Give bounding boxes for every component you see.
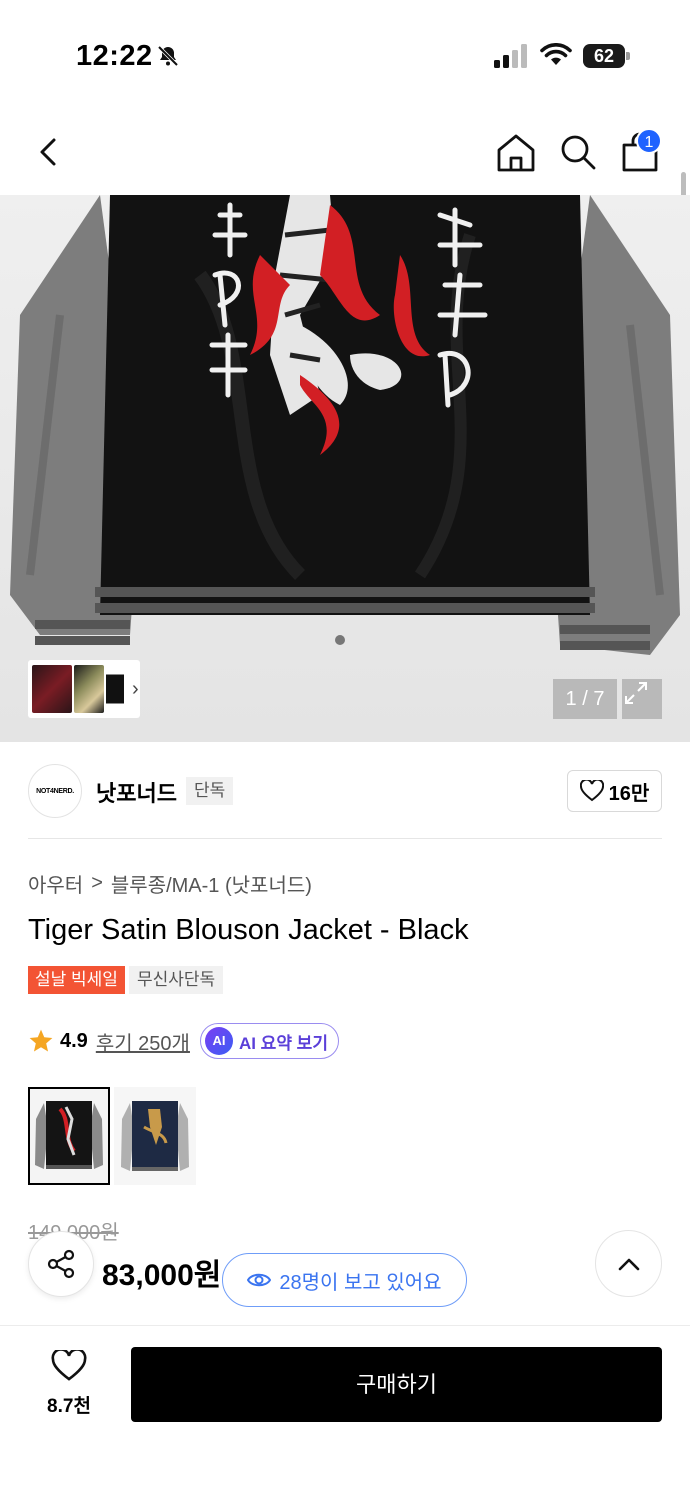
breadcrumb-category[interactable]: 아우터 <box>28 869 83 898</box>
brand-like-button[interactable]: 16만 <box>567 770 662 812</box>
chevron-right-icon: › <box>132 677 139 700</box>
ai-icon: AI <box>204 1027 233 1055</box>
product-tags: 설날 빅세일 무신사단독 <box>28 966 224 994</box>
viewers-indicator: 28명이 보고 있어요 <box>222 1253 467 1307</box>
exclusive-tag: 무신사단독 <box>128 966 224 994</box>
share-button[interactable] <box>28 1231 94 1297</box>
wifi-icon <box>540 43 572 65</box>
viewers-text: 28명이 보고 있어요 <box>279 1271 442 1294</box>
battery-icon: 62 <box>583 44 631 68</box>
heart-icon <box>579 780 604 802</box>
battery-cap <box>626 52 630 60</box>
battery-level: 62 <box>583 44 625 68</box>
heart-icon <box>51 1348 87 1381</box>
back-icon[interactable] <box>28 130 72 174</box>
eye-icon <box>247 1273 272 1287</box>
product-like-button[interactable]: 8.7천 <box>38 1348 100 1418</box>
buy-button[interactable]: 구매하기 <box>131 1347 662 1422</box>
thumbnail-camo[interactable] <box>74 665 104 713</box>
breadcrumb-separator: > <box>91 872 103 894</box>
status-bar: 12:22 62 <box>0 0 690 110</box>
search-icon[interactable] <box>556 130 600 174</box>
thumbnail-red[interactable] <box>32 665 72 713</box>
top-nav <box>0 120 690 190</box>
brand-row[interactable]: NOT4NERD. 낫포너드 단독 16만 <box>28 762 662 818</box>
brand-exclusive-tag: 단독 <box>186 777 234 805</box>
sale-tag: 설날 빅세일 <box>28 966 125 994</box>
status-time: 12:22 <box>76 40 153 72</box>
cart-count-badge: 1 <box>636 128 662 154</box>
brand-name[interactable]: 낫포너드 <box>96 776 177 808</box>
brand-like-count: 16만 <box>608 782 650 805</box>
share-icon <box>47 1249 75 1279</box>
chevron-up-icon <box>618 1258 639 1270</box>
variant-black[interactable] <box>28 1087 110 1185</box>
product-title: Tiger Satin Blouson Jacket - Black <box>28 914 469 946</box>
reviews-link[interactable]: 후기 250개 <box>96 1027 190 1056</box>
star-icon <box>29 1029 53 1052</box>
cell-signal-icon <box>494 44 527 68</box>
scroll-top-button[interactable] <box>595 1230 662 1297</box>
ai-summary-button[interactable]: AI AI 요약 보기 <box>199 1023 339 1059</box>
bottom-action-bar: 8.7천 구매하기 <box>0 1325 690 1500</box>
image-counter: 1 / 7 <box>553 679 617 719</box>
color-variants <box>28 1087 196 1185</box>
rating-value: 4.9 <box>60 1029 88 1052</box>
rating-row: 4.9 후기 250개 AI AI 요약 보기 <box>28 1023 339 1059</box>
ai-summary-label: AI 요약 보기 <box>238 1033 328 1053</box>
breadcrumb-subcategory[interactable]: 블루종/MA-1 (낫포너드) <box>111 869 312 898</box>
brand-logo[interactable]: NOT4NERD. <box>28 764 82 818</box>
thumbnail-black[interactable] <box>106 665 124 713</box>
product-like-count: 8.7천 <box>47 1396 91 1417</box>
breadcrumb: 아우터 > 블루종/MA-1 (낫포너드) <box>28 869 312 898</box>
divider <box>28 838 662 839</box>
bell-muted-icon <box>157 45 179 67</box>
home-icon[interactable] <box>494 130 538 174</box>
expand-icon[interactable] <box>622 679 662 719</box>
price-current: 83,000원 <box>102 1259 222 1292</box>
gallery-thumbnails[interactable]: › <box>28 660 140 718</box>
variant-navy[interactable] <box>114 1087 196 1185</box>
